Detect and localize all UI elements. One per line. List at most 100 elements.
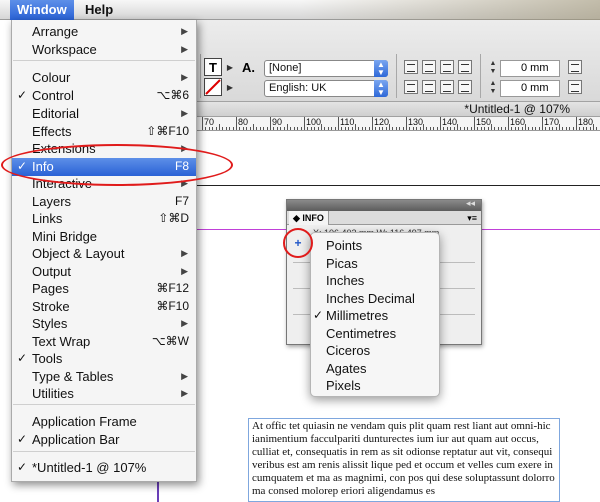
align-towards-spine-icon[interactable] [458,60,472,74]
menu-item[interactable]: Effects ⇧⌘F10 [12,123,196,141]
collapse-icon[interactable]: ◂◂ [466,198,475,209]
ruler-tick [579,127,581,130]
menu-item[interactable]: Mini Bridge [12,228,196,246]
menu-item[interactable]: Application Frame [12,413,196,431]
document-title[interactable]: *Untitled-1 @ 107% [196,102,600,117]
menu-item-shortcut: F7 [174,194,189,208]
justify-center-icon[interactable] [422,80,436,94]
menu-item[interactable]: Colour ▶ [12,69,196,87]
ruler-tick [426,127,428,130]
menu-item[interactable]: Object & Layout ▶ [12,245,196,263]
submenu-arrow-icon: ▶ [181,178,188,188]
checkmark-icon: ✓ [17,432,28,446]
unit-menu-item[interactable]: Inches [311,272,439,290]
align-center-icon[interactable] [422,60,436,74]
submenu-arrow-icon: ▶ [181,248,188,258]
menu-item[interactable]: Styles ▶ [12,315,196,333]
unit-menu-item[interactable]: Pixels [311,377,439,395]
chevron-right-icon[interactable]: ▶ [224,58,236,76]
unit-menu-label: Agates [326,360,367,376]
ruler-label: 140 [442,117,458,127]
text-frame[interactable]: At offic tet quiasin ne vendam quis plit… [248,418,560,502]
unit-menu-item[interactable]: Agates [311,360,439,378]
menu-item[interactable]: Type & Tables ▶ [12,368,196,386]
stepper-icon[interactable]: ▲ ▼ [488,80,498,97]
ruler-tick [232,127,234,130]
justify-right-icon[interactable] [440,80,454,94]
right-indent-icon[interactable] [568,60,582,74]
menu-item[interactable]: Stroke ⌘F10 [12,298,196,316]
menu-item-shortcut: ⌘F10 [156,299,189,313]
unit-menu-item[interactable]: Ciceros [311,342,439,360]
menu-item[interactable]: Extensions ▶ [12,140,196,158]
menu-item[interactable]: Workspace ▶ [12,41,196,59]
character-style-select[interactable]: [None] ▲ ▼ [264,60,388,77]
horizontal-ruler[interactable]: 70 80 90 100 110 120 130 140 150 160 170 180 [196,117,600,131]
type-tool-icon[interactable]: T [204,58,222,76]
menu-help[interactable]: Help [78,0,120,20]
ruler-tick [293,127,295,130]
first-line-indent-field[interactable]: 0 mm [500,80,560,97]
menu-window[interactable]: Window [10,0,74,20]
menu-item[interactable]: ✓ Info F8 [12,158,196,176]
submenu-arrow-icon: ▶ [181,388,188,398]
unit-menu-item[interactable]: Centimetres [311,325,439,343]
ruler-tick [555,127,557,130]
justify-left-icon[interactable] [404,80,418,94]
unit-menu-item[interactable]: Picas [311,255,439,273]
ruler-tick [256,127,258,130]
menu-item[interactable]: Interactive ▶ [12,175,196,193]
menu-item-shortcut: F8 [174,159,189,173]
menu-item-label: *Untitled-1 @ 107% [32,460,147,475]
panel-titlebar[interactable]: ◂◂ [287,198,481,211]
language-select[interactable]: English: UK ▲ ▼ [264,80,388,97]
align-right-icon[interactable] [440,60,454,74]
menu-item[interactable]: Links ⇧⌘D [12,210,196,228]
menu-item[interactable]: Pages ⌘F12 [12,280,196,298]
menu-item[interactable]: ✓ Control ⌥⌘6 [12,87,196,105]
menu-item[interactable]: ✓ Tools [12,350,196,368]
menu-item-shortcut: ⇧⌘F10 [146,124,189,138]
ruler-tick [249,127,251,130]
ruler-tick [487,127,489,130]
unit-menu-item[interactable]: Inches Decimal [311,290,439,308]
menu-separator [13,60,195,61]
align-left-icon[interactable] [404,60,418,74]
ruler-tick [412,127,414,130]
menu-item[interactable]: Utilities ▶ [12,385,196,403]
menu-item-label: Styles [32,316,68,331]
menu-item-label: Links [32,211,63,226]
tab-info[interactable]: ◆ INFO [289,211,329,225]
menu-item[interactable]: Layers F7 [12,193,196,211]
justify-all-icon[interactable] [458,80,472,94]
unit-menu-label: Millimetres [326,308,389,323]
ruler-tick [501,127,503,130]
unit-menu-item[interactable]: Points [311,237,439,255]
ruler-tick [202,117,203,130]
ruler-tick [229,127,231,130]
ruler-tick [307,127,309,130]
ruler-tick [453,127,455,130]
unit-menu-item[interactable]: ✓ Millimetres [311,307,439,325]
chevron-right-icon[interactable]: ▶ [224,78,236,96]
ruler-tick [562,127,564,130]
menu-item[interactable]: Output ▶ [12,263,196,281]
ruler-tick [525,124,526,130]
stroke-none-icon[interactable] [204,78,222,96]
separator [396,54,397,98]
space-before-icon[interactable] [568,80,582,94]
menu-item[interactable]: Arrange ▶ [12,23,196,41]
menu-item[interactable]: Text Wrap ⌥⌘W [12,333,196,351]
menu-item[interactable]: ✓ Application Bar [12,431,196,449]
ruler-tick [406,117,407,130]
menu-item[interactable]: ✓ *Untitled-1 @ 107% [12,459,196,477]
left-indent-field[interactable]: 0 mm [500,60,560,77]
ruler-tick [409,127,411,130]
panel-menu-icon[interactable]: ▾≡ [467,213,477,224]
ruler-tick [395,127,397,130]
stepper-icon[interactable]: ▲ ▼ [488,60,498,77]
measure-units-crosshair-icon[interactable]: + [291,236,305,250]
menu-item[interactable]: Editorial ▶ [12,105,196,123]
ruler-tick [215,127,217,130]
ruler-tick [433,127,435,130]
